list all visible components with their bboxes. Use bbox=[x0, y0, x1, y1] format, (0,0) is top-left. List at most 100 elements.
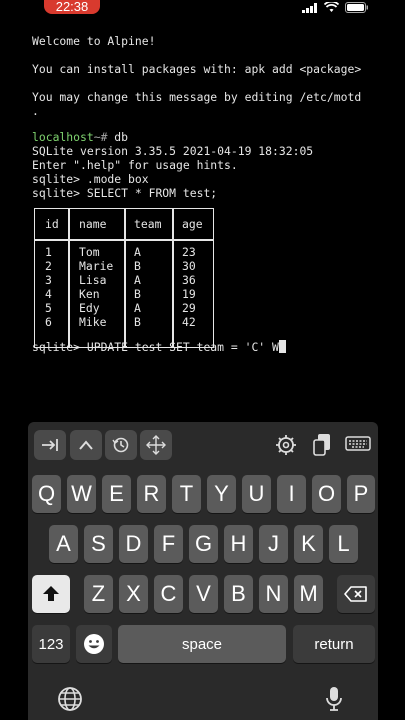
clipboard-icon bbox=[313, 434, 330, 456]
key-c[interactable]: C bbox=[154, 575, 183, 613]
tab-key[interactable] bbox=[34, 430, 66, 460]
status-icons bbox=[302, 2, 369, 13]
history-key[interactable] bbox=[105, 430, 137, 460]
key-e[interactable]: E bbox=[102, 475, 131, 513]
terminal[interactable]: Welcome to Alpine! You can install packa… bbox=[0, 16, 405, 422]
cmd-mode-box: sqlite> .mode box bbox=[32, 172, 149, 186]
emoji-icon bbox=[84, 634, 104, 654]
table-cell: 29 bbox=[182, 301, 196, 315]
key-r[interactable]: R bbox=[137, 475, 166, 513]
table-cell: 3 bbox=[45, 273, 52, 287]
key-m[interactable]: M bbox=[294, 575, 323, 613]
dictation-key[interactable] bbox=[318, 684, 350, 714]
motd-install: You can install packages with: apk add <… bbox=[32, 62, 362, 76]
prompt-tilde: ~# bbox=[93, 130, 108, 144]
settings-key[interactable] bbox=[270, 430, 302, 460]
result-table: id name team age 1 Tom A 23 2 Marie B 30… bbox=[34, 208, 214, 348]
battery-icon bbox=[345, 2, 368, 13]
table-cell: Marie bbox=[79, 259, 114, 273]
delete-key[interactable] bbox=[337, 575, 375, 613]
sqlite-version: SQLite version 3.35.5 2021-04-19 18:32:0… bbox=[32, 144, 314, 158]
motd-welcome: Welcome to Alpine! bbox=[32, 34, 156, 48]
move-icon bbox=[146, 435, 166, 455]
keyboard-icon bbox=[345, 436, 371, 451]
key-v[interactable]: V bbox=[189, 575, 218, 613]
wifi-icon bbox=[324, 2, 339, 12]
key-t[interactable]: T bbox=[172, 475, 201, 513]
key-q[interactable]: Q bbox=[32, 475, 61, 513]
table-cell: 4 bbox=[45, 287, 52, 301]
key-x[interactable]: X bbox=[119, 575, 148, 613]
key-w[interactable]: W bbox=[67, 475, 96, 513]
cmd-update-line: sqlite> UPDATE test SET team = 'C' W bbox=[32, 340, 286, 354]
status-bar: 22:38 bbox=[0, 0, 405, 16]
cursor-move-key[interactable] bbox=[140, 430, 172, 460]
usage-hint: Enter ".help" for usage hints. bbox=[32, 158, 238, 172]
table-cell: 42 bbox=[182, 315, 196, 329]
table-header-team: team bbox=[134, 217, 162, 231]
emoji-key[interactable] bbox=[76, 625, 112, 663]
space-key[interactable]: space bbox=[118, 625, 286, 663]
key-z[interactable]: Z bbox=[84, 575, 113, 613]
key-y[interactable]: Y bbox=[207, 475, 236, 513]
return-key[interactable]: return bbox=[293, 625, 375, 663]
key-k[interactable]: K bbox=[294, 525, 323, 563]
shift-icon bbox=[43, 586, 59, 601]
key-u[interactable]: U bbox=[242, 475, 271, 513]
table-cell: Lisa bbox=[79, 273, 107, 287]
table-header-id: id bbox=[45, 217, 59, 231]
table-cell: Ken bbox=[79, 287, 100, 301]
table-cell: Tom bbox=[79, 245, 100, 259]
cmd-select: sqlite> SELECT * FROM test; bbox=[32, 186, 218, 200]
table-header-name: name bbox=[79, 217, 107, 231]
status-time: 22:38 bbox=[44, 0, 100, 14]
motd-change: You may change this message by editing /… bbox=[32, 90, 362, 104]
key-g[interactable]: G bbox=[189, 525, 218, 563]
prompt-host: localhost bbox=[32, 130, 94, 144]
key-d[interactable]: D bbox=[119, 525, 148, 563]
motd-dot: . bbox=[32, 104, 39, 118]
key-j[interactable]: J bbox=[259, 525, 288, 563]
history-up-key[interactable] bbox=[70, 430, 102, 460]
table-cell: 36 bbox=[182, 273, 196, 287]
table-cell: A bbox=[134, 301, 141, 315]
table-cell: 23 bbox=[182, 245, 196, 259]
table-cell: 19 bbox=[182, 287, 196, 301]
globe-key[interactable] bbox=[54, 684, 86, 714]
globe-icon bbox=[58, 687, 82, 711]
table-cell: B bbox=[134, 315, 141, 329]
table-cell: 2 bbox=[45, 259, 52, 273]
key-s[interactable]: S bbox=[84, 525, 113, 563]
key-f[interactable]: F bbox=[154, 525, 183, 563]
history-icon bbox=[112, 437, 129, 453]
key-h[interactable]: H bbox=[224, 525, 253, 563]
table-cell: 5 bbox=[45, 301, 52, 315]
table-cell: Mike bbox=[79, 315, 107, 329]
text-cursor bbox=[278, 340, 286, 353]
tab-icon bbox=[42, 439, 58, 451]
table-cell: B bbox=[134, 287, 141, 301]
table-cell: 1 bbox=[45, 245, 52, 259]
settings-icon bbox=[276, 435, 296, 455]
table-cell: A bbox=[134, 273, 141, 287]
hide-keyboard-key[interactable] bbox=[342, 430, 374, 460]
table-cell: 6 bbox=[45, 315, 52, 329]
clipboard-key[interactable] bbox=[306, 430, 338, 460]
key-o[interactable]: O bbox=[312, 475, 341, 513]
shift-key[interactable] bbox=[32, 575, 70, 613]
table-cell: Edy bbox=[79, 301, 100, 315]
key-n[interactable]: N bbox=[259, 575, 288, 613]
table-cell: 30 bbox=[182, 259, 196, 273]
table-header-age: age bbox=[182, 217, 203, 231]
cmd-update: sqlite> UPDATE test SET team = 'C' W bbox=[32, 340, 279, 354]
cmd-db: db bbox=[107, 130, 129, 144]
key-b[interactable]: B bbox=[224, 575, 253, 613]
key-p[interactable]: P bbox=[347, 475, 375, 513]
backspace-icon bbox=[344, 586, 367, 602]
numbers-key[interactable]: 123 bbox=[32, 625, 70, 663]
key-l[interactable]: L bbox=[329, 525, 358, 563]
key-i[interactable]: I bbox=[277, 475, 306, 513]
key-a[interactable]: A bbox=[49, 525, 78, 563]
signal-icon bbox=[302, 2, 317, 13]
prompt-line: localhost~# db bbox=[32, 130, 128, 144]
